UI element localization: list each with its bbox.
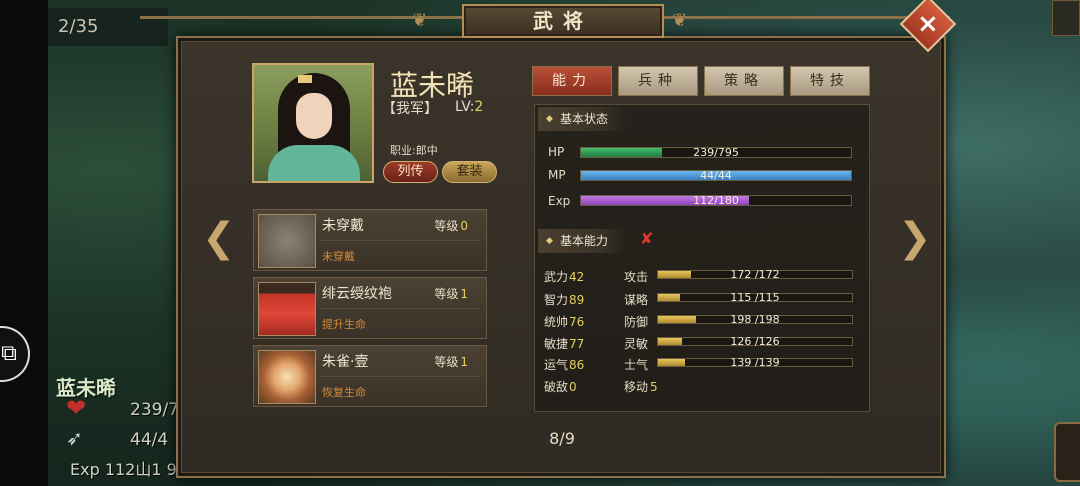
attr-row-bar-text: 172 /172 (730, 268, 780, 281)
robe-icon (258, 282, 316, 336)
hero-level: LV:2 (455, 99, 484, 115)
attr-move: 移动 5 (624, 380, 658, 394)
heart-icon: ❤ (66, 394, 87, 422)
equip-desc: 提升生命 (322, 318, 366, 331)
attr-row-bar-text: 139 /139 (730, 356, 780, 369)
equipment-set-button[interactable]: 套装 (442, 161, 497, 183)
attr-row-primary: 统帅76 (544, 315, 585, 329)
exp-bar: 112/180 (580, 194, 852, 207)
hero-faction: 【我军】 (382, 101, 438, 117)
equip-name: 绯云绶纹袍 (322, 286, 392, 302)
attr-row-bar-text: 198 /198 (730, 313, 780, 326)
hp-label: HP (548, 145, 565, 159)
exp-text: 112/180 (693, 194, 739, 207)
left-edge (0, 0, 48, 486)
attr-break: 破敌0 (544, 380, 577, 394)
equip-level: 等级 1 (434, 287, 468, 301)
attr-row-primary: 武力42 (544, 270, 585, 284)
mp-label: MP (548, 168, 566, 182)
attr-row-bar-text: 126 /126 (730, 335, 780, 348)
title-ornament-right: ❦ (672, 10, 688, 31)
hero-job: 职业:郎中 (390, 144, 438, 157)
next-hero-arrow-icon[interactable]: ❯ (898, 218, 932, 262)
prev-hero-arrow-icon[interactable]: ❮ (202, 218, 236, 262)
title-ornament-left: ❦ (412, 10, 428, 31)
tab-skills[interactable]: 特技 (790, 66, 870, 96)
attr-row-bar: 126 /126 (657, 335, 853, 348)
game-scene: 2/35 ⧉ 蓝未晞 ❤ 239/795 ➶ 44/4 Exp 112山1 90… (0, 0, 1080, 486)
equip-level: 等级 1 (434, 355, 468, 369)
biography-button[interactable]: 列传 (383, 161, 438, 183)
exp-label: Exp (548, 194, 571, 208)
broken-weapon-icon: ✘ (640, 229, 654, 248)
basic-ability-header: 基本能力 (538, 229, 628, 253)
attr-row-secondary: 谋略 (624, 293, 649, 307)
tab-strategy[interactable]: 策略 (704, 66, 784, 96)
equip-slot-1[interactable]: 未穿戴 等级 0 未穿戴 (253, 209, 487, 271)
attr-row-secondary: 攻击 (624, 270, 649, 284)
feather-icon: ➶ (66, 426, 83, 450)
equip-slot-2[interactable]: 绯云绶纹袍 等级 1 提升生命 (253, 277, 487, 339)
attr-row-bar: 198 /198 (657, 313, 853, 326)
attr-row-bar: 172 /172 (657, 268, 853, 281)
attr-row-secondary: 防御 (624, 315, 649, 329)
mp-text: 44/44 (700, 169, 732, 182)
equip-name: 朱雀·壹 (322, 354, 369, 370)
attr-row-bar: 139 /139 (657, 356, 853, 369)
attr-row-bar: 115 /115 (657, 291, 853, 304)
attr-row-bar-text: 115 /115 (730, 291, 780, 304)
equip-desc: 恢复生命 (322, 386, 366, 399)
window-title: 武将 (462, 4, 664, 38)
tab-troops[interactable]: 兵种 (618, 66, 698, 96)
tab-ability[interactable]: 能力 (532, 66, 612, 96)
side-menu-button[interactable] (1054, 422, 1080, 482)
page-indicator: 8/9 (549, 429, 575, 448)
equip-level: 等级 0 (434, 219, 468, 233)
basic-status-header: 基本状态 (538, 107, 628, 131)
attr-row-primary: 敏捷77 (544, 337, 585, 351)
equip-desc: 未穿戴 (322, 250, 355, 263)
hp-text: 239/795 (693, 146, 739, 159)
attr-row-secondary: 灵敏 (624, 337, 649, 351)
equip-slot-3[interactable]: 朱雀·壹 等级 1 恢复生命 (253, 345, 487, 407)
mp-bar: 44/44 (580, 169, 852, 182)
attr-row-primary: 智力89 (544, 293, 585, 307)
equip-name: 未穿戴 (322, 218, 364, 234)
empty-slot-icon (258, 214, 316, 268)
close-icon: × (917, 8, 939, 39)
attr-row-primary: 运气86 (544, 358, 585, 372)
menu-corner-button[interactable] (1052, 0, 1080, 36)
hp-bar: 239/795 (580, 146, 852, 159)
phoenix-icon (258, 350, 316, 404)
attr-row-secondary: 士气 (624, 358, 649, 372)
hero-portrait (252, 63, 374, 183)
bg-mp-text: 44/4 (130, 430, 169, 450)
